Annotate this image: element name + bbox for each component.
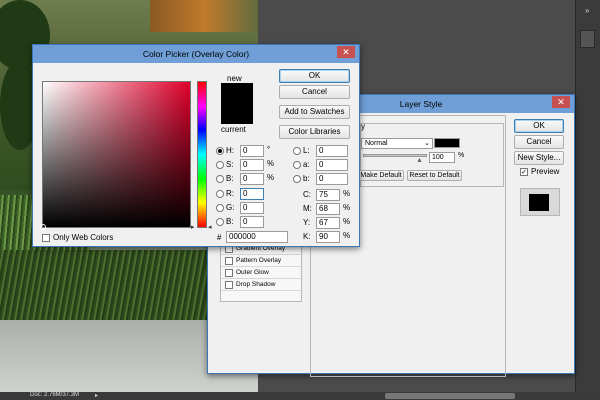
opacity-input[interactable]: 100: [429, 152, 455, 163]
lab-a-label: a:: [303, 160, 310, 169]
status-menu-arrow-icon[interactable]: ▸: [95, 392, 98, 399]
current-color-swatch[interactable]: [221, 104, 253, 124]
reset-to-default-button[interactable]: Reset to Default: [407, 170, 462, 181]
brightness-input[interactable]: 0: [240, 173, 264, 185]
saturation-input[interactable]: 0: [240, 159, 264, 171]
lab-l-radio[interactable]: [293, 147, 301, 155]
hue-slider-left-arrow-icon[interactable]: ▸: [191, 223, 195, 231]
hue-input[interactable]: 0: [240, 145, 264, 157]
brightness-label: B:: [226, 174, 234, 183]
hue-unit: °: [267, 145, 271, 154]
blue-radio[interactable]: [216, 218, 224, 226]
only-web-colors-label: Only Web Colors: [53, 233, 114, 242]
color-picker-ok-button[interactable]: OK: [279, 69, 350, 83]
style-item-outer-glow[interactable]: Outer Glow: [221, 267, 303, 279]
lab-b-label: b:: [303, 174, 310, 183]
saturation-brightness-field[interactable]: [40, 81, 191, 230]
black-unit: %: [343, 231, 351, 240]
blend-mode-value: Normal: [365, 140, 388, 147]
yellow-unit: %: [343, 217, 351, 226]
red-input[interactable]: 0: [240, 188, 264, 200]
lab-a-input[interactable]: 0: [316, 159, 348, 171]
styles-list: Gradient Overlay Pattern Overlay Outer G…: [220, 242, 303, 302]
layer-style-cancel-button[interactable]: Cancel: [514, 135, 564, 149]
style-item-label: Drop Shadow: [236, 281, 276, 288]
red-radio[interactable]: [216, 190, 224, 198]
layer-style-ok-button[interactable]: OK: [514, 119, 564, 133]
lab-b-input[interactable]: 0: [316, 173, 348, 185]
magenta-unit: %: [343, 203, 351, 212]
lab-a-radio[interactable]: [293, 161, 301, 169]
canvas-dirt-path: [150, 0, 258, 32]
cyan-label: C:: [303, 190, 311, 199]
color-picker-cancel-button[interactable]: Cancel: [279, 85, 350, 99]
chevron-down-icon: ⌄: [424, 140, 430, 147]
style-checkbox[interactable]: [225, 269, 233, 277]
blend-mode-select[interactable]: Normal ⌄: [361, 138, 433, 149]
green-input[interactable]: 0: [240, 202, 264, 214]
saturation-radio[interactable]: [216, 161, 224, 169]
new-style-button[interactable]: New Style...: [514, 151, 564, 165]
hex-input[interactable]: 000000: [226, 231, 288, 243]
lab-b-radio[interactable]: [293, 175, 301, 183]
color-picker-title: Color Picker (Overlay Color): [142, 49, 250, 59]
panel-tool-icon[interactable]: [580, 30, 595, 48]
opacity-slider-thumb-icon[interactable]: ▲: [416, 157, 423, 164]
magenta-label: M:: [303, 204, 312, 213]
expand-panels-icon[interactable]: »: [585, 6, 589, 15]
cyan-unit: %: [343, 189, 351, 198]
style-checkbox[interactable]: [225, 257, 233, 265]
style-item-label: Outer Glow: [236, 269, 269, 276]
color-picker-titlebar[interactable]: Color Picker (Overlay Color) ✕: [33, 45, 359, 63]
green-radio[interactable]: [216, 204, 224, 212]
red-label: R:: [226, 189, 234, 198]
horizontal-scrollbar[interactable]: [385, 393, 515, 399]
hue-label: H:: [226, 146, 234, 155]
magenta-input[interactable]: 68: [316, 203, 340, 215]
blue-input[interactable]: 0: [240, 216, 264, 228]
style-checkbox[interactable]: [225, 281, 233, 289]
preview-checkbox[interactable]: ✓: [520, 168, 528, 176]
yellow-label: Y:: [303, 218, 311, 227]
brightness-radio[interactable]: [216, 175, 224, 183]
style-preview-swatch: [529, 194, 549, 211]
style-item-label: Pattern Overlay: [236, 257, 282, 264]
new-color-label: new: [227, 74, 242, 83]
saturation-label: S:: [226, 160, 234, 169]
right-panel-dock: [575, 0, 600, 392]
opacity-unit: %: [458, 152, 465, 159]
style-item-pattern-overlay[interactable]: Pattern Overlay: [221, 255, 303, 267]
make-default-button[interactable]: Make Default: [358, 170, 404, 181]
lab-l-label: L:: [303, 146, 310, 155]
add-to-swatches-button[interactable]: Add to Swatches: [279, 105, 350, 119]
layer-style-close-icon[interactable]: ✕: [552, 96, 570, 108]
lab-l-input[interactable]: 0: [316, 145, 348, 157]
yellow-input[interactable]: 67: [316, 217, 340, 229]
hue-slider-right-arrow-icon[interactable]: ◂: [208, 223, 212, 231]
hex-label: #: [217, 233, 222, 242]
black-input[interactable]: 90: [316, 231, 340, 243]
only-web-colors-checkbox[interactable]: [42, 234, 50, 242]
doc-size-status: Doc: 2.76M/37.3M: [30, 392, 80, 398]
color-field-cursor-icon[interactable]: [40, 224, 46, 230]
color-picker-dialog: Color Picker (Overlay Color) ✕ ▸ ◂ new c…: [32, 44, 360, 247]
hue-radio[interactable]: [216, 147, 224, 155]
hue-slider[interactable]: [197, 81, 207, 228]
style-item-drop-shadow[interactable]: Drop Shadow: [221, 279, 303, 291]
blue-label: B:: [226, 217, 234, 226]
black-label: K:: [303, 232, 311, 241]
status-bar: Doc: 2.76M/37.3M ▸: [0, 392, 600, 400]
new-color-swatch: [221, 83, 253, 104]
green-label: G:: [226, 203, 235, 212]
color-picker-close-icon[interactable]: ✕: [337, 46, 355, 58]
color-libraries-button[interactable]: Color Libraries: [279, 125, 350, 139]
preview-label: Preview: [531, 167, 560, 176]
cyan-input[interactable]: 75: [316, 189, 340, 201]
brightness-unit: %: [267, 173, 275, 182]
overlay-color-swatch[interactable]: [434, 138, 460, 148]
saturation-unit: %: [267, 159, 275, 168]
current-color-label: current: [221, 125, 246, 134]
